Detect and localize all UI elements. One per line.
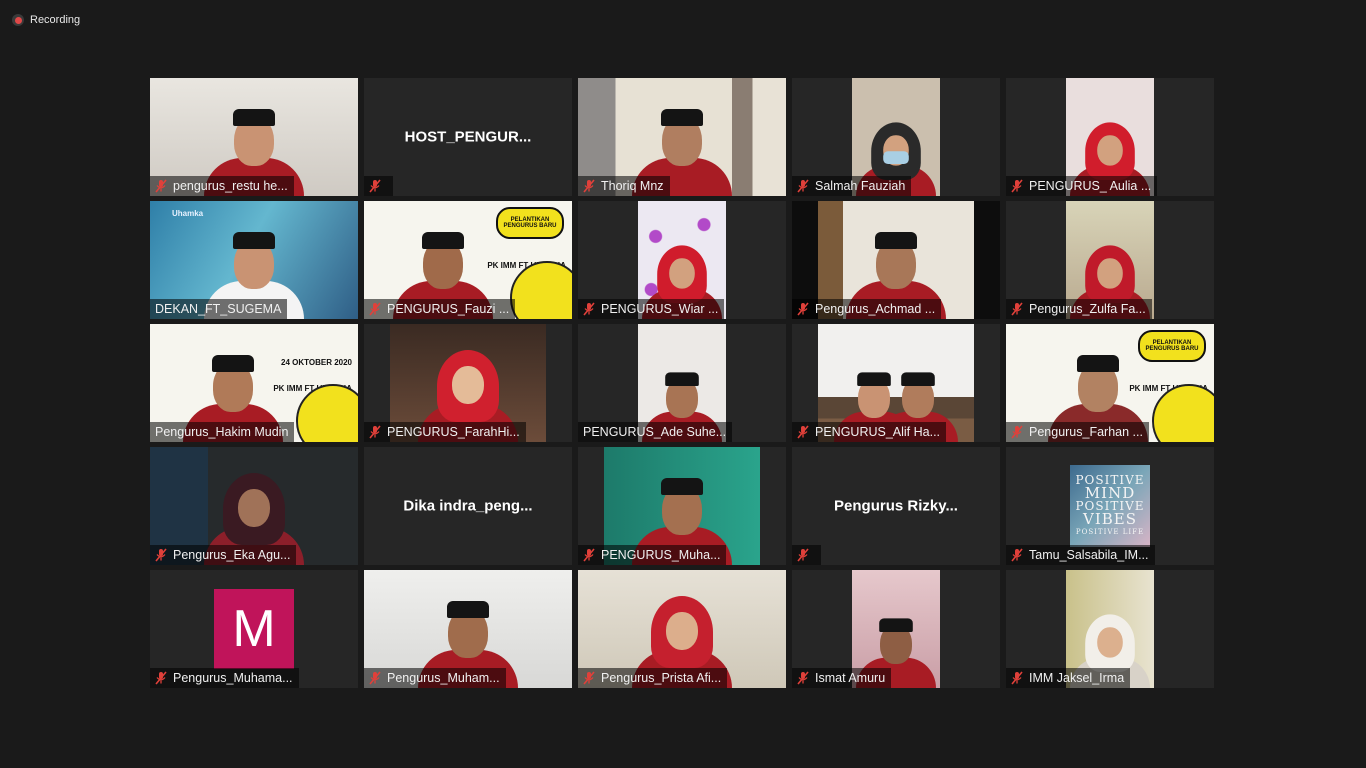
muted-microphone-icon [153,548,169,562]
banner-date: 24 OKTOBER 2020 [281,358,352,367]
participant-name-label: IMM Jaksel_Irma [1006,668,1131,688]
muted-microphone-icon [153,179,169,193]
participant-name-label: Pengurus_Zulfa Fa... [1006,299,1152,319]
muted-microphone-icon [367,179,383,193]
participant-tile[interactable]: PENGURUS_Wiar ... [578,201,786,319]
participant-tile[interactable]: HOST_PENGUR... [364,78,572,196]
muted-microphone-icon [581,302,597,316]
participant-name-label: Ismat Amuru [792,668,892,688]
muted-microphone-icon [581,548,597,562]
muted-microphone-icon [581,671,597,685]
participant-name-label: Pengurus_Muhama... [150,668,299,688]
muted-microphone-icon [795,425,811,439]
record-icon [12,14,24,26]
participant-display-name: Dika indra_peng... [403,497,533,515]
participant-tile[interactable]: Dika indra_peng... [364,447,572,565]
participant-name-label: PENGURUS_Muha... [578,545,727,565]
muted-microphone-icon [795,671,811,685]
participant-name-label: PENGURUS_Wiar ... [578,299,725,319]
participant-name-label: Tamu_Salsabila_IM... [1006,545,1155,565]
participant-display-name: HOST_PENGUR... [404,128,532,146]
participant-name-label: Pengurus_Muham... [364,668,506,688]
participant-tile[interactable]: PENGURUS_ Aulia ... [1006,78,1214,196]
participant-name-label: Salmah Fauziah [792,176,912,196]
muted-microphone-icon [795,179,811,193]
participant-name-label: PENGURUS_FarahHi... [364,422,526,442]
gallery-grid: pengurus_restu he... HOST_PENGUR... Thor… [150,78,1214,688]
participant-name-label: PENGURUS_Alif Ha... [792,422,947,442]
participant-name-label: Pengurus_Farhan ... [1006,422,1149,442]
muted-microphone-icon [795,548,811,562]
participant-name-label: Pengurus_Eka Agu... [150,545,297,565]
profile-picture: POSITIVE MIND POSITIVE VIBES POSITIVE LI… [1070,465,1150,547]
participant-tile[interactable]: M Pengurus_Muhama... [150,570,358,688]
muted-microphone-icon [1009,548,1025,562]
participant-tile[interactable]: POSITIVE MIND POSITIVE VIBES POSITIVE LI… [1006,447,1214,565]
muted-microphone-icon [153,671,169,685]
participant-tile[interactable]: Pengurus Rizky... [792,447,1000,565]
participant-tile[interactable]: PENGURUS_Alif Ha... [792,324,1000,442]
muted-microphone-icon [367,425,383,439]
participant-tile[interactable]: PELANTIKAN PENGURUS BARU PK IMM FT UHAMK… [364,201,572,319]
participant-tile[interactable]: Ismat Amuru [792,570,1000,688]
muted-microphone-icon [367,671,383,685]
muted-microphone-icon [367,302,383,316]
recording-indicator[interactable]: Recording [12,12,80,28]
participant-tile[interactable]: PENGURUS_Ade Suhe... [578,324,786,442]
participant-tile[interactable]: Pengurus_Achmad ... [792,201,1000,319]
participant-tile[interactable]: Pengurus_Prista Afi... [578,570,786,688]
participant-name-label: Pengurus_Hakim Mudin [150,422,295,442]
muted-microphone-icon [1009,179,1025,193]
participant-tile[interactable]: PENGURUS_FarahHi... [364,324,572,442]
participant-tile[interactable]: pengurus_restu he... [150,78,358,196]
pelantikan-badge: PELANTIKAN PENGURUS BARU [496,207,564,239]
participant-tile[interactable]: Uhamka DEKAN_FT_SUGEMA [150,201,358,319]
avatar: M [214,589,294,669]
participant-tile[interactable]: PENGURUS_Muha... [578,447,786,565]
participant-name-label: Thoriq Mnz [578,176,670,196]
participant-name-label: PENGURUS_Fauzi ... [364,299,516,319]
muted-microphone-icon [1009,425,1025,439]
participant-tile[interactable]: Thoriq Mnz [578,78,786,196]
participant-name-label: pengurus_restu he... [150,176,294,196]
participant-name-label: Pengurus_Prista Afi... [578,668,728,688]
participant-name-label: PENGURUS_Ade Suhe... [578,422,733,442]
muted-microphone-icon [1009,302,1025,316]
participant-name-label: Pengurus_Achmad ... [792,299,942,319]
participant-tile[interactable]: Pengurus_Eka Agu... [150,447,358,565]
muted-microphone-icon [581,179,597,193]
participant-name-label: DEKAN_FT_SUGEMA [150,299,288,319]
participant-tile[interactable]: Pengurus_Muham... [364,570,572,688]
participant-tile-active-speaker[interactable]: 24 OKTOBER 2020 PK IMM FT UHAMKA Penguru… [150,324,358,442]
recording-label: Recording [30,14,81,26]
participant-tile[interactable]: PELANTIKAN PENGURUS BARU PK IMM FT UHAMK… [1006,324,1214,442]
participant-tile[interactable]: Salmah Fauziah [792,78,1000,196]
participant-tile[interactable]: Pengurus_Zulfa Fa... [1006,201,1214,319]
participant-tile[interactable]: IMM Jaksel_Irma [1006,570,1214,688]
participant-name-label [792,545,821,565]
participant-display-name: Pengurus Rizky... [834,497,958,515]
participant-name-label: PENGURUS_ Aulia ... [1006,176,1158,196]
participant-name-label [364,176,393,196]
muted-microphone-icon [1009,671,1025,685]
muted-microphone-icon [795,302,811,316]
